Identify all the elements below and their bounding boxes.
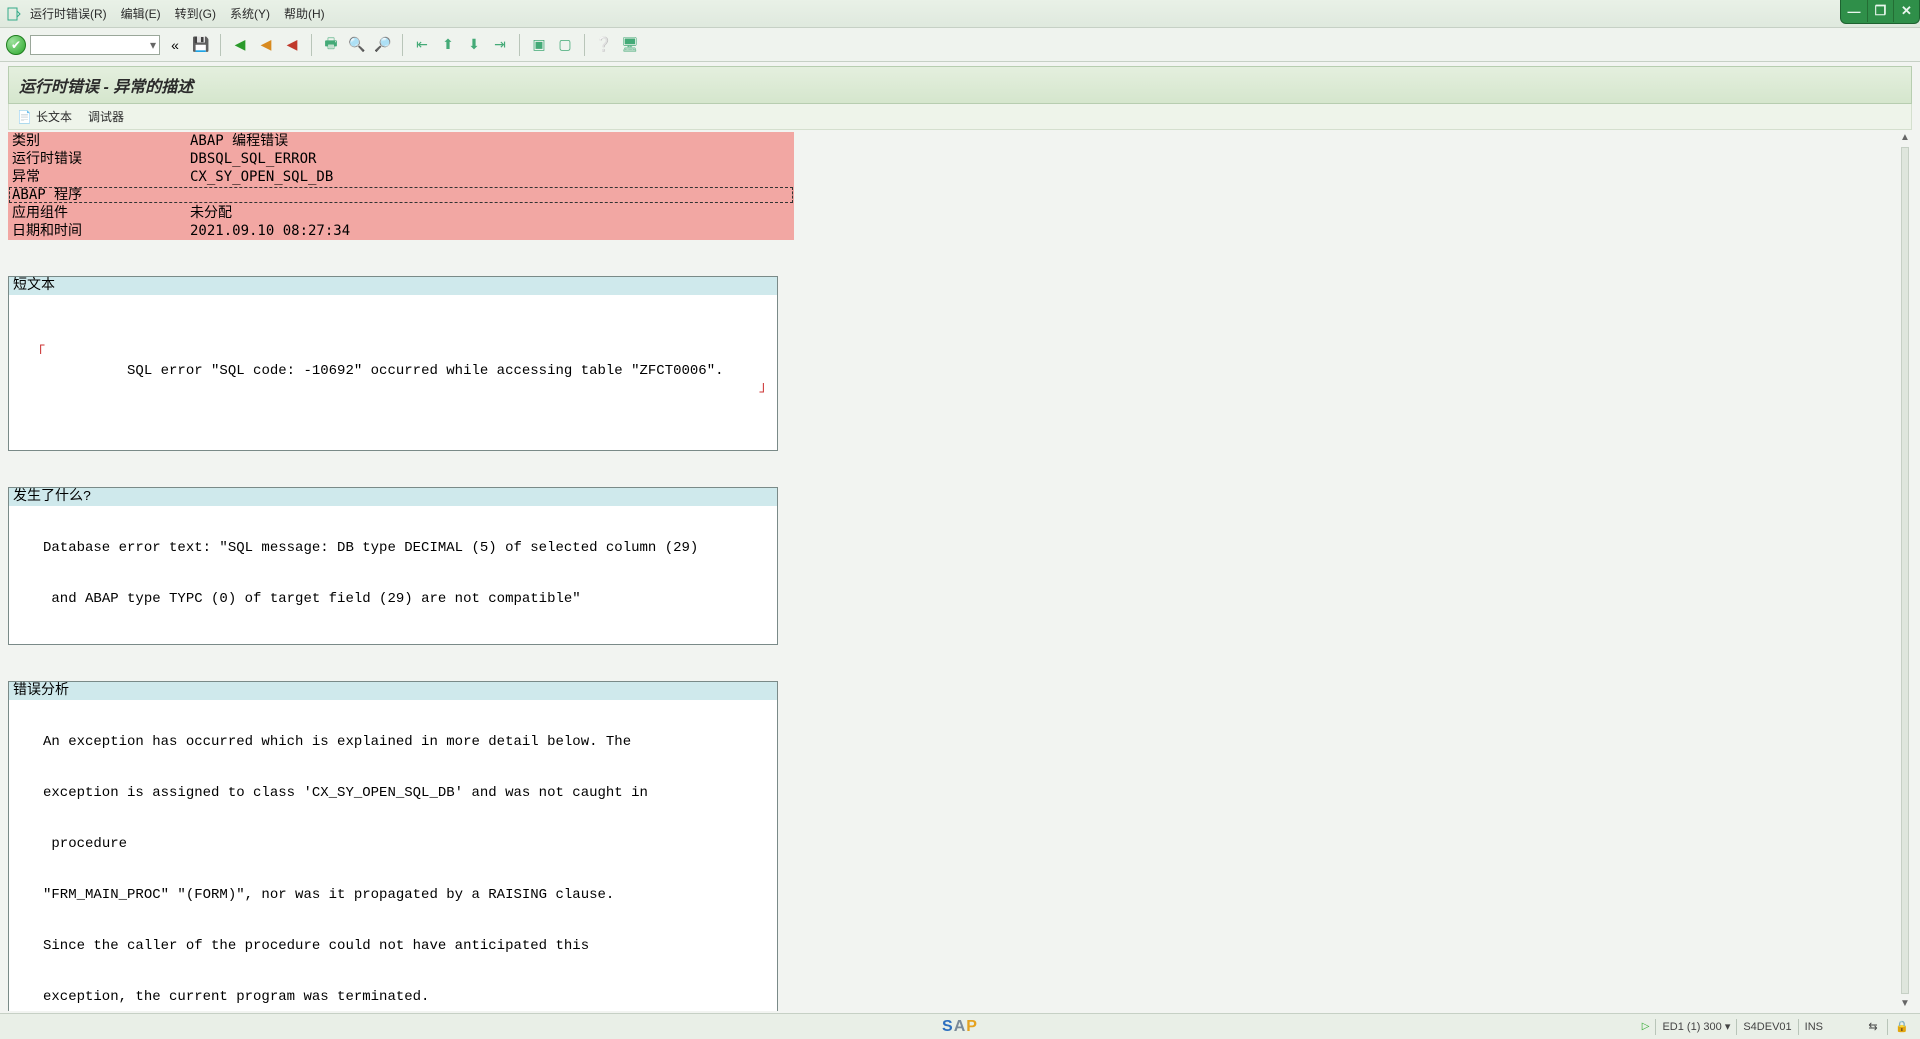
long-text-button[interactable]: 📄 长文本 [17, 108, 72, 125]
debugger-button[interactable]: 调试器 [88, 108, 124, 125]
text-line: "FRM_MAIN_PROC" "(FORM)", nor was it pro… [13, 887, 773, 904]
hdr-row-datetime: 日期和时间2021.09.10 08:27:34 [8, 222, 794, 240]
hdr-row-category: 类别ABAP 编程错误 [8, 132, 794, 150]
menu-system[interactable]: 系统(Y) [230, 5, 270, 22]
hdr-value [186, 186, 794, 204]
next-page-icon[interactable]: ⬇ [463, 34, 485, 56]
hdr-label: 应用组件 [8, 204, 186, 222]
toolbar-separator [519, 34, 520, 56]
text-line: Database error text: "SQL message: DB ty… [13, 540, 773, 557]
text-line: Since the caller of the procedure could … [13, 938, 773, 955]
menu-goto[interactable]: 转到(G) [175, 5, 216, 22]
text-line: and ABAP type TYPC (0) of target field (… [13, 591, 773, 608]
history-icon[interactable]: « [164, 34, 186, 56]
last-page-icon[interactable]: ⇥ [489, 34, 511, 56]
marker-right-icon: 」 [759, 380, 773, 397]
save-icon[interactable]: 💾 [190, 34, 212, 56]
help-icon[interactable]: ❔ [593, 34, 615, 56]
menu-bar: 运行时错误(R) 编辑(E) 转到(G) 系统(Y) 帮助(H) [0, 0, 1920, 28]
hdr-value: 未分配 [186, 204, 794, 222]
hdr-row-runtime-error: 运行时错误DBSQL_SQL_ERROR [8, 150, 794, 168]
status-separator [1655, 1019, 1656, 1035]
new-session-icon[interactable]: ▣ [528, 34, 550, 56]
text-line: exception is assigned to class 'CX_SY_OP… [13, 785, 773, 802]
section-header: 短文本 [9, 277, 777, 295]
print-icon[interactable]: 🖶 [320, 34, 342, 56]
hdr-value: 2021.09.10 08:27:34 [186, 222, 794, 240]
command-icon[interactable] [6, 6, 22, 22]
toolbar-separator [402, 34, 403, 56]
text-line: An exception has occurred which is expla… [13, 734, 773, 751]
section-header: 错误分析 [9, 682, 777, 700]
hdr-label: 日期和时间 [8, 222, 186, 240]
hdr-label: 运行时错误 [8, 150, 186, 168]
hdr-row-abap-program: ABAP 程序 [8, 186, 794, 204]
toolbar-separator [584, 34, 585, 56]
status-session[interactable]: ED1 (1) 300 ▾ [1662, 1020, 1730, 1033]
find-icon[interactable]: 🔍 [346, 34, 368, 56]
status-separator [1887, 1019, 1888, 1035]
status-server: S4DEV01 [1743, 1021, 1791, 1033]
section-header: 发生了什么? [9, 488, 777, 506]
close-button[interactable]: ✕ [1893, 0, 1919, 22]
hdr-label: 类别 [8, 132, 186, 150]
menu-help[interactable]: 帮助(H) [284, 5, 325, 22]
find-next-icon[interactable]: 🔎 [372, 34, 394, 56]
enter-icon[interactable]: ✔ [6, 35, 26, 55]
toolbar-separator [220, 34, 221, 56]
window-controls: — ❐ ✕ [1840, 0, 1920, 24]
status-bar: SAP ▷ ED1 (1) 300 ▾ S4DEV01 INS ⇆ 🔒 [0, 1013, 1920, 1039]
command-field[interactable]: ▾ [30, 35, 160, 55]
hdr-label: ABAP 程序 [8, 186, 186, 204]
section-body: An exception has occurred which is expla… [9, 700, 777, 1011]
back-icon[interactable]: ◀ [229, 34, 251, 56]
status-triangle-icon[interactable]: ▷ [1642, 1021, 1650, 1032]
status-separator [1798, 1019, 1799, 1035]
section-short-text: 短文本 「 SQL error "SQL code: -10692" occur… [8, 276, 778, 451]
application-toolbar: 📄 长文本 调试器 [8, 104, 1912, 130]
menu-runtime-error[interactable]: 运行时错误(R) [30, 5, 107, 22]
short-text-value: SQL error "SQL code: -10692" occurred wh… [127, 363, 724, 379]
page-title: 运行时错误 - 异常的描述 [8, 66, 1912, 104]
marker-left-icon: 「 [31, 346, 45, 363]
status-insert-mode: INS [1805, 1021, 1823, 1033]
hdr-row-app-component: 应用组件未分配 [8, 204, 794, 222]
status-activity-icon[interactable]: ⇆ [1865, 1019, 1881, 1035]
section-what-happened: 发生了什么? Database error text: "SQL message… [8, 487, 778, 645]
hdr-row-exception: 异常CX_SY_OPEN_SQL_DB [8, 168, 794, 186]
hdr-label: 异常 [8, 168, 186, 186]
maximize-button[interactable]: ❐ [1867, 0, 1893, 22]
status-lock-icon[interactable]: 🔒 [1894, 1019, 1910, 1035]
text-line: procedure [13, 836, 773, 853]
long-text-label: 长文本 [36, 110, 72, 124]
section-body: 「 SQL error "SQL code: -10692" occurred … [9, 295, 777, 450]
text-line: exception, the current program was termi… [13, 989, 773, 1006]
cancel-icon[interactable]: ◀ [281, 34, 303, 56]
menu-edit[interactable]: 编辑(E) [121, 5, 161, 22]
error-header-table: 类别ABAP 编程错误 运行时错误DBSQL_SQL_ERROR 异常CX_SY… [8, 132, 794, 240]
minimize-button[interactable]: — [1841, 0, 1867, 22]
toolbar-separator [311, 34, 312, 56]
section-body: Database error text: "SQL message: DB ty… [9, 506, 777, 644]
status-separator [1736, 1019, 1737, 1035]
layout-icon[interactable]: 🖥 [619, 34, 641, 56]
hdr-value: ABAP 编程错误 [186, 132, 794, 150]
generate-shortcut-icon[interactable]: ▢ [554, 34, 576, 56]
section-error-analysis: 错误分析 An exception has occurred which is … [8, 681, 778, 1011]
sap-logo: SAP [942, 1018, 978, 1036]
exit-icon[interactable]: ◀ [255, 34, 277, 56]
first-page-icon[interactable]: ⇤ [411, 34, 433, 56]
prev-page-icon[interactable]: ⬆ [437, 34, 459, 56]
hdr-value: CX_SY_OPEN_SQL_DB [186, 168, 794, 186]
hdr-value: DBSQL_SQL_ERROR [186, 150, 794, 168]
content-area[interactable]: 类别ABAP 编程错误 运行时错误DBSQL_SQL_ERROR 异常CX_SY… [8, 128, 1912, 1011]
long-text-icon: 📄 [17, 110, 32, 124]
standard-toolbar: ✔ ▾ « 💾 ◀ ◀ ◀ 🖶 🔍 🔎 ⇤ ⬆ ⬇ ⇥ ▣ ▢ ❔ 🖥 [0, 28, 1920, 62]
